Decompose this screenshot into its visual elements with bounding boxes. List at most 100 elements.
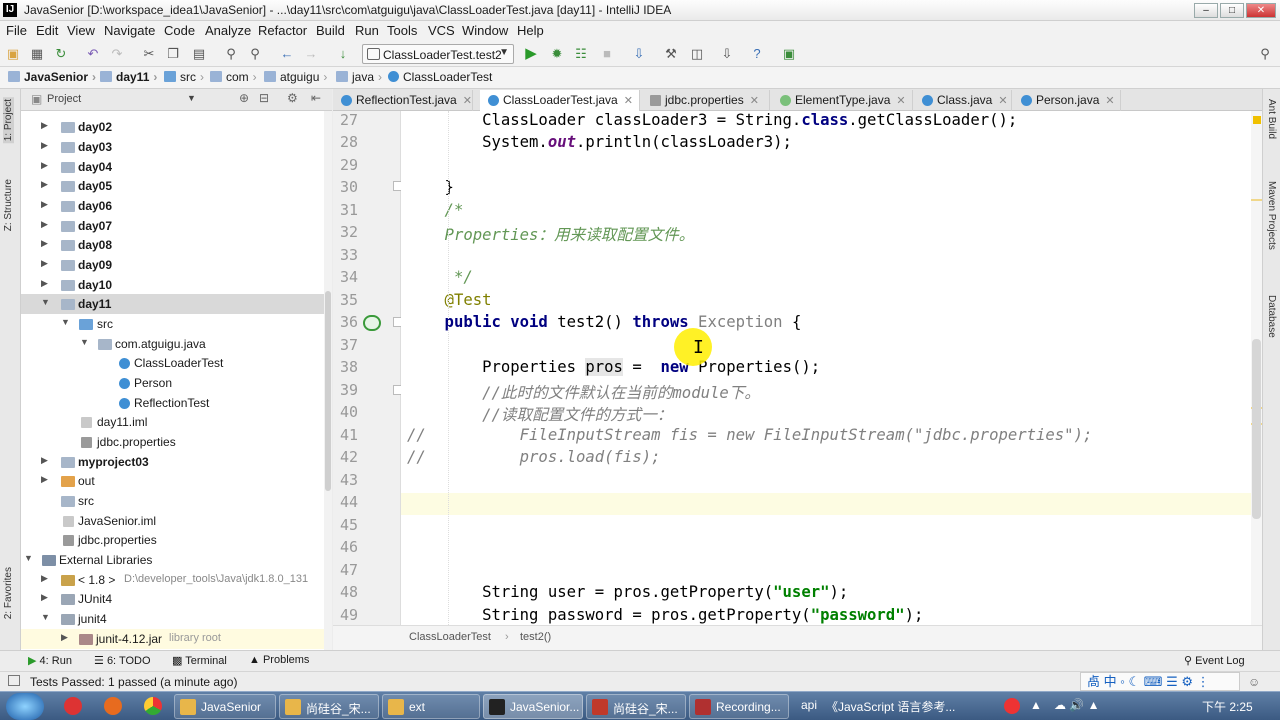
structure-tool-tab[interactable]: Z: Structure <box>3 179 14 231</box>
run-icon[interactable]: ▶ <box>522 45 540 63</box>
close-icon[interactable]: ✕ <box>1105 95 1114 107</box>
sdk-icon[interactable]: ⇩ <box>718 45 736 63</box>
menu-edit[interactable]: Edit <box>36 23 58 38</box>
minimize-button[interactable]: – <box>1194 3 1218 18</box>
project-panel-title[interactable]: Project <box>47 93 81 105</box>
tab-classloadertest[interactable]: ClassLoaderTest.java ✕ <box>480 90 640 112</box>
problems-tool-button[interactable]: ▲ Problems <box>249 654 309 666</box>
editor-scrollbar[interactable] <box>1251 111 1262 625</box>
tree-item[interactable]: ▶ day05 <box>21 176 332 196</box>
make-project-icon[interactable]: ↓ <box>334 45 352 63</box>
sync-icon[interactable]: ↻ <box>52 45 70 63</box>
start-button[interactable] <box>6 693 44 720</box>
breadcrumb-class[interactable]: ClassLoaderTest <box>409 631 491 643</box>
tree-item[interactable]: ▶ out <box>21 471 332 491</box>
firefox-icon[interactable] <box>104 697 122 715</box>
collapse-all-icon[interactable]: ⊟ <box>259 91 269 105</box>
toggle-tool-windows-icon[interactable] <box>8 675 20 686</box>
search-everywhere-icon[interactable]: ⚲ <box>1256 45 1274 63</box>
breadcrumb-method[interactable]: test2() <box>520 631 551 643</box>
breadcrumb-item[interactable]: JavaSenior › <box>8 70 96 84</box>
tree-item[interactable]: jdbc.properties <box>21 432 332 452</box>
tab-jdbc-properties[interactable]: jdbc.properties ✕ <box>642 90 770 111</box>
tree-item[interactable]: Person <box>21 373 332 393</box>
notifications-icon[interactable]: ☺ <box>1248 675 1260 689</box>
save-icon[interactable]: ▦ <box>28 45 46 63</box>
hide-panel-icon[interactable]: ⇤ <box>311 91 321 105</box>
todo-tool-button[interactable]: ☰ 6: TODO <box>94 654 151 667</box>
close-icon[interactable]: ✕ <box>624 95 633 107</box>
breadcrumb-item[interactable]: ClassLoaderTest <box>388 70 492 84</box>
tree-item[interactable]: src <box>21 491 332 511</box>
favorites-tool-tab[interactable]: 2: Favorites <box>3 567 14 619</box>
menu-code[interactable]: Code <box>164 23 195 38</box>
open-folder-icon[interactable]: ▣ <box>4 45 22 63</box>
stop-icon[interactable]: ■ <box>598 45 616 63</box>
ime-toolbar[interactable]: 卨 中 ◦ ☾ ⌨ ☰ ⚙ ⋮ <box>1080 672 1240 691</box>
tray-app-icon[interactable] <box>1004 698 1020 714</box>
menu-file[interactable]: File <box>6 23 27 38</box>
tree-item[interactable]: ▼ src <box>21 314 332 334</box>
close-icon[interactable]: ✕ <box>998 95 1007 107</box>
run-tool-button[interactable]: ▶ 4: Run <box>28 654 72 667</box>
inspection-status-icon[interactable] <box>1253 116 1261 124</box>
tree-item[interactable]: jdbc.properties <box>21 530 332 550</box>
run-test-icon[interactable] <box>363 315 381 331</box>
paste-icon[interactable]: ▤ <box>190 45 208 63</box>
tree-item[interactable]: ▶ JUnit4 <box>21 589 332 609</box>
tree-item[interactable]: ▶ day08 <box>21 235 332 255</box>
back-icon[interactable]: ← <box>278 45 296 63</box>
taskbar-item[interactable]: 尚硅谷_宋... <box>279 694 379 719</box>
tree-item[interactable]: ▶ day02 <box>21 117 332 137</box>
taskbar-item[interactable]: ext <box>382 694 480 719</box>
tree-item[interactable]: ReflectionTest <box>21 393 332 413</box>
tree-item[interactable]: ▼ com.atguigu.java <box>21 334 332 354</box>
view-mode-chevron-icon[interactable]: ▼ <box>187 93 196 103</box>
close-icon[interactable]: ✕ <box>463 95 472 107</box>
breadcrumb-item[interactable]: com › <box>210 70 257 84</box>
tree-item[interactable]: ▶ day07 <box>21 216 332 236</box>
redo-icon[interactable]: ↷ <box>108 45 126 63</box>
menu-vcs[interactable]: VCS <box>428 23 455 38</box>
tree-item[interactable]: ▶ < 1.8 > D:\developer_tools\Java\jdk1.8.0… <box>21 570 332 590</box>
help-icon[interactable]: ? <box>748 45 766 63</box>
tree-item[interactable]: ▶ myproject03 <box>21 452 332 472</box>
close-button[interactable]: ✕ <box>1246 3 1276 18</box>
tree-item[interactable]: ClassLoaderTest <box>21 353 332 373</box>
project-scrollbar[interactable] <box>324 111 332 650</box>
breadcrumb-item[interactable]: day11 › <box>100 70 157 84</box>
run-configuration-select[interactable]: ClassLoaderTest.test2 ▼ <box>362 44 514 64</box>
tree-item[interactable]: ▶ day04 <box>21 157 332 177</box>
cut-icon[interactable]: ✂ <box>140 45 158 63</box>
replace-icon[interactable]: ⚲ <box>246 45 264 63</box>
database-tool-tab[interactable]: Database <box>1266 295 1277 338</box>
debug-icon[interactable]: ✹ <box>548 45 566 63</box>
settings-icon[interactable]: ⚒ <box>662 45 680 63</box>
tree-item[interactable]: ▶ day10 <box>21 275 332 295</box>
tab-reflectiontest[interactable]: ReflectionTest.java ✕ <box>333 90 473 111</box>
taskbar-item[interactable]: Recording... <box>689 694 789 719</box>
gear-icon[interactable]: ⚙ <box>287 91 298 105</box>
menu-tools[interactable]: Tools <box>387 23 417 38</box>
event-log-button[interactable]: ⚲ Event Log <box>1184 654 1245 667</box>
project-structure-icon[interactable]: ◫ <box>688 45 706 63</box>
locate-icon[interactable]: ⊕ <box>239 91 249 105</box>
scroll-thumb[interactable] <box>1252 339 1261 519</box>
tree-item[interactable]: day11.iml <box>21 412 332 432</box>
tree-item[interactable]: ▼ junit4 <box>21 609 332 629</box>
undo-icon[interactable]: ↶ <box>84 45 102 63</box>
tree-item[interactable]: ▼ day11 <box>21 294 332 314</box>
menu-analyze[interactable]: Analyze <box>205 23 251 38</box>
taskbar-item[interactable]: 尚硅谷_宋... <box>586 694 686 719</box>
menu-view[interactable]: View <box>67 23 95 38</box>
taskbar-item[interactable]: JavaSenior... <box>483 694 583 719</box>
ant-build-tool-tab[interactable]: Ant Build <box>1266 99 1277 139</box>
menu-window[interactable]: Window <box>462 23 508 38</box>
tab-elementtype[interactable]: ElementType.java ✕ <box>772 90 913 111</box>
menu-build[interactable]: Build <box>316 23 345 38</box>
taskbar-item[interactable]: JavaSenior <box>174 694 276 719</box>
clock[interactable]: 下午 2:25 <box>1202 698 1253 715</box>
menu-refactor[interactable]: Refactor <box>258 23 307 38</box>
copy-icon[interactable]: ❐ <box>164 45 182 63</box>
tree-item[interactable]: ▼ External Libraries <box>21 550 332 570</box>
